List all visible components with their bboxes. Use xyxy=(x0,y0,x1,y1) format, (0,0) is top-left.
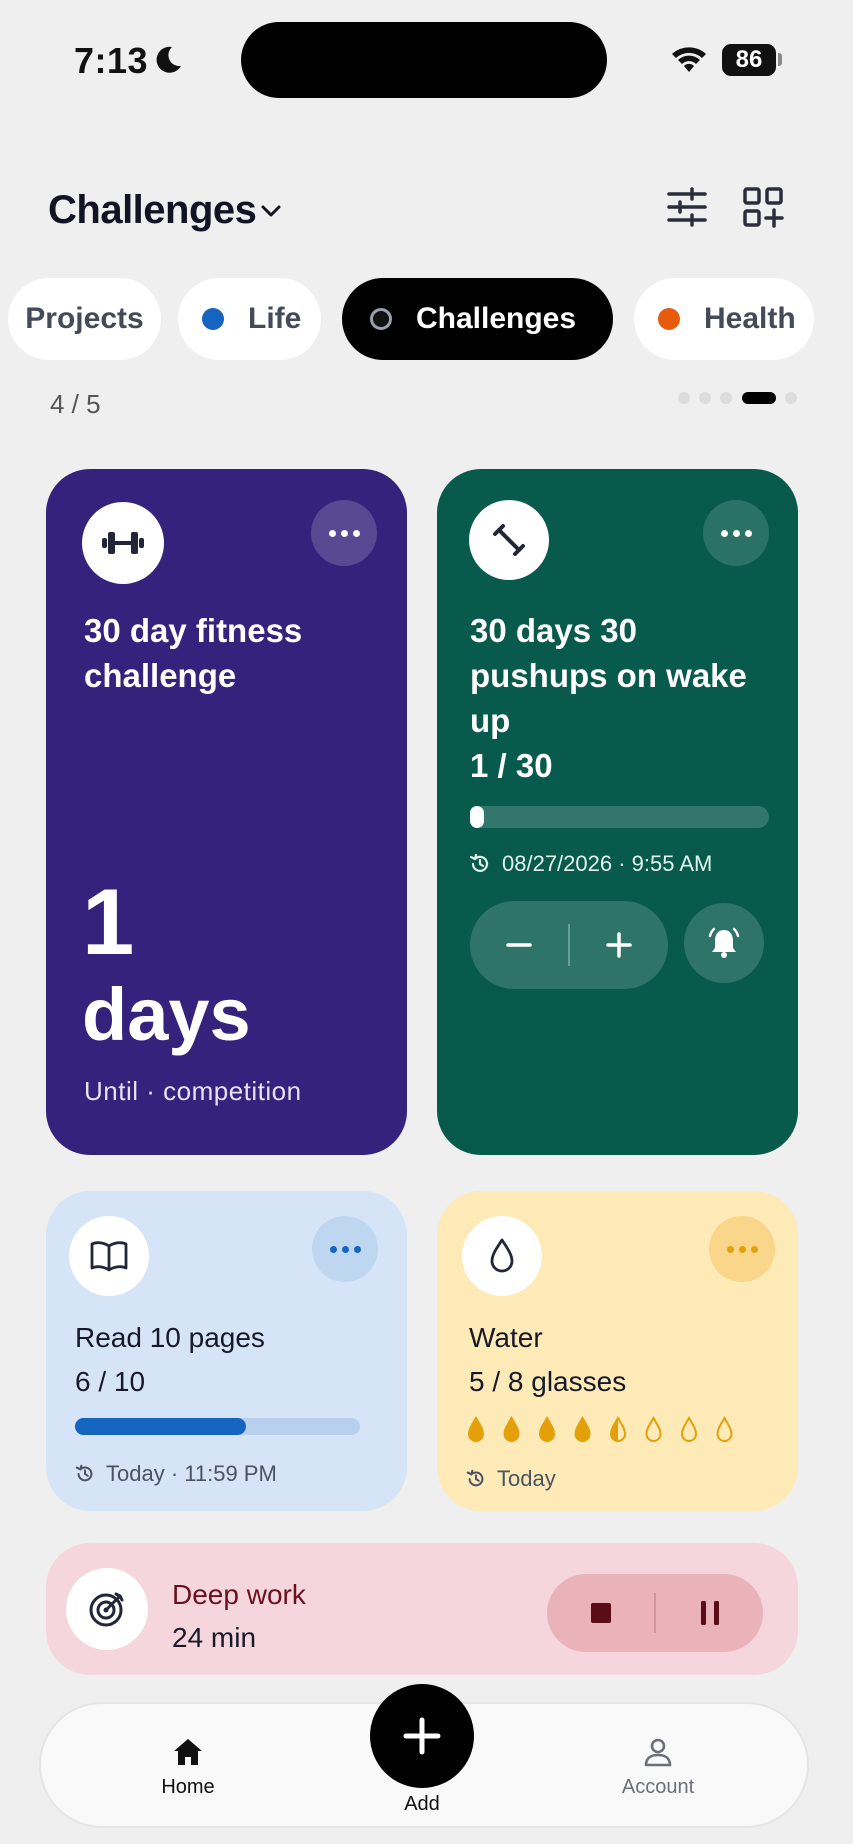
tab-label: Life xyxy=(248,302,302,335)
card-title: Water 5 / 8 glasses xyxy=(469,1316,626,1404)
deep-work-info: Deep work 24 min xyxy=(172,1573,306,1659)
tab-life[interactable]: Life xyxy=(178,278,321,360)
tab-health[interactable]: Health xyxy=(634,278,814,360)
due-timestamp: Today · 11:59 PM xyxy=(74,1461,277,1487)
progress-fill xyxy=(470,806,484,828)
battery-indicator: 86 xyxy=(722,44,776,76)
book-icon xyxy=(69,1216,149,1296)
do-not-disturb-icon xyxy=(152,44,184,76)
more-options-button[interactable] xyxy=(312,1216,378,1282)
add-widget-button[interactable] xyxy=(740,184,786,230)
category-dot xyxy=(658,308,680,330)
page-indicator-dot[interactable] xyxy=(699,392,711,404)
nav-account[interactable]: Account xyxy=(608,1736,708,1799)
water-glass-drop[interactable] xyxy=(467,1415,485,1442)
tab-label: Projects xyxy=(25,302,144,335)
water-glass-drop[interactable] xyxy=(574,1415,591,1442)
count-stepper[interactable] xyxy=(470,901,668,989)
more-options-button[interactable] xyxy=(311,500,377,566)
reminder-button[interactable] xyxy=(684,903,764,983)
water-glass-drop[interactable] xyxy=(680,1415,698,1442)
more-options-button[interactable] xyxy=(703,500,769,566)
exercise-icon xyxy=(469,500,549,580)
status-time: 7:13 xyxy=(74,40,149,81)
tab-label: Challenges xyxy=(416,302,577,335)
water-glass-drop[interactable] xyxy=(716,1415,733,1442)
category-dot xyxy=(202,308,224,330)
minus-icon xyxy=(506,943,532,947)
widgets-add-icon xyxy=(743,187,784,228)
tab-challenges[interactable]: Challenges xyxy=(342,278,613,360)
water-glass-drop[interactable] xyxy=(645,1415,662,1442)
page-indicator-dot-active[interactable] xyxy=(742,392,776,404)
water-glasses-indicator xyxy=(467,1415,733,1442)
pushups-progress-bar xyxy=(470,806,769,828)
read-progress-bar xyxy=(75,1418,360,1435)
page-indicator-dot[interactable] xyxy=(785,392,797,404)
water-glass-drop[interactable] xyxy=(503,1415,520,1442)
water-drop-icon xyxy=(462,1216,542,1296)
page-title[interactable]: Challenges xyxy=(48,188,257,233)
tab-label: Health xyxy=(704,302,796,335)
bell-ring-icon xyxy=(708,927,740,958)
card-title: Read 10 pages 6 / 10 xyxy=(75,1316,265,1404)
dynamic-island xyxy=(241,22,607,98)
page-indicator-dot[interactable] xyxy=(678,392,690,404)
target-icon xyxy=(66,1568,148,1650)
more-options-button[interactable] xyxy=(709,1216,775,1282)
tab-projects[interactable]: Projects xyxy=(8,278,161,360)
page-indicator-dot[interactable] xyxy=(720,392,732,404)
stop-button[interactable] xyxy=(547,1574,654,1652)
category-dot xyxy=(370,308,392,330)
progress-fill xyxy=(75,1418,246,1435)
days-count: 1 xyxy=(82,869,135,974)
home-icon xyxy=(174,1739,202,1765)
card-title: 30 day fitness challenge xyxy=(84,612,303,694)
countdown-subtitle: Until · competition xyxy=(84,1076,302,1106)
plus-icon xyxy=(403,1717,441,1755)
nav-home[interactable]: Home xyxy=(148,1736,228,1799)
dumbbell-icon xyxy=(82,502,164,584)
chevron-down-icon[interactable] xyxy=(258,198,284,224)
increment-button[interactable] xyxy=(570,901,668,989)
filter-settings-button[interactable] xyxy=(664,184,710,230)
nav-label-add[interactable]: Add xyxy=(382,1793,462,1816)
sliders-icon xyxy=(667,187,707,227)
history-icon xyxy=(469,853,489,872)
page-counter: 4 / 5 xyxy=(50,389,101,419)
stop-icon xyxy=(590,1603,611,1623)
progress-text: 1 / 30 xyxy=(470,747,553,784)
due-timestamp: Today xyxy=(465,1466,556,1492)
timer-duration: 24 min xyxy=(172,1622,257,1653)
history-icon xyxy=(75,1464,93,1482)
nav-label: Account xyxy=(621,1776,695,1798)
wifi-icon xyxy=(670,44,708,74)
card-title: Deep work xyxy=(172,1579,306,1610)
plus-icon xyxy=(606,932,632,958)
card-title: 30 days 30 pushups on wake up 1 / 30 xyxy=(470,608,780,788)
days-unit: days xyxy=(82,973,251,1056)
decrement-button[interactable] xyxy=(470,901,568,989)
pause-button[interactable] xyxy=(656,1574,763,1652)
account-icon xyxy=(644,1738,672,1767)
progress-text: 5 / 8 glasses xyxy=(469,1366,627,1397)
pause-icon xyxy=(700,1601,719,1625)
battery-cap xyxy=(778,53,782,66)
water-glass-drop[interactable] xyxy=(609,1415,627,1442)
add-button[interactable] xyxy=(370,1684,474,1788)
due-timestamp: 08/27/2026 · 9:55 AM xyxy=(468,851,712,877)
timer-controls[interactable] xyxy=(547,1574,763,1652)
history-icon xyxy=(466,1469,484,1487)
nav-label: Home xyxy=(161,1776,215,1798)
progress-text: 6 / 10 xyxy=(75,1366,146,1397)
water-glass-drop[interactable] xyxy=(538,1415,556,1442)
